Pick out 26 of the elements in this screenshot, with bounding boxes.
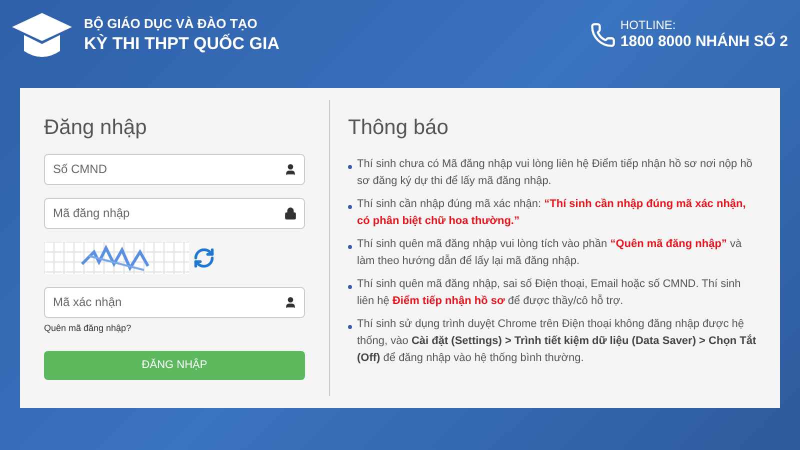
forgot-link[interactable]: Quên mã đăng nhập? [44, 322, 305, 335]
user-icon [284, 162, 297, 176]
bullet-icon [348, 164, 352, 168]
lock-icon [284, 206, 297, 220]
graduation-cap-icon [12, 11, 72, 59]
exam-title: KỲ THI THPT QUỐC GIA [84, 32, 280, 54]
notice-title: Thông báo [348, 115, 450, 141]
notice-text: Thí sinh cần nhập đúng mã xác nhận: “Thí sinh cần nhập đúng mã xác nhận, có phân biệt chữ hoa thường.” [357, 196, 747, 228]
notice-text: Thí sinh chưa có Mã đăng nhập vui lòng liên hệ Điểm tiếp nhận hồ sơ nơi nộp hồ sơ đăng ký dự thi để lấy mã đăng nhập. [357, 156, 754, 188]
hotline-number: 1800 8000 NHÁNH SỐ 2 [620, 33, 788, 52]
bullet-icon [348, 324, 352, 328]
org-name: BỘ GIÁO DỤC VÀ ĐÀO TẠO [84, 16, 258, 32]
bullet-icon [348, 244, 352, 248]
input-field[interactable]: Số CMND [44, 154, 305, 184]
notice-text: Thí sinh sử dụng trình duyệt Chrome trên Điện thoại không đăng nhập được hệ thống, vào Cài đặt (Settings) > Trình tiết kiệm dữ liệu (Data Saver) > Chọn Tắt (Off) để đăng nhập vào hệ thống bình thường. [357, 316, 758, 366]
phone-icon [590, 22, 616, 48]
notice-text: Thí sinh quên mã đăng nhập vui lòng tích vào phần “Quên mã đăng nhập” và làm theo hướng dẫn để lấy lại mã đăng nhập. [357, 236, 743, 268]
notice-text: Thí sinh quên mã đăng nhập, sai số Điện thoại, Email hoặc số CMND. Thí sinh liên hệ Điểm tiếp nhận hồ sơ để được thầy/cô hỗ trợ. [357, 276, 742, 308]
refresh-icon[interactable] [193, 246, 215, 268]
bullet-icon [348, 284, 352, 288]
user-icon [284, 296, 297, 308]
hotline-label: HOTLINE: [620, 18, 677, 34]
input-field[interactable]: Mã đăng nhập [44, 198, 305, 228]
bullet-icon [348, 204, 352, 208]
login-title: Đăng nhập [44, 115, 148, 141]
input-field[interactable]: Mã xác nhận [44, 286, 305, 318]
